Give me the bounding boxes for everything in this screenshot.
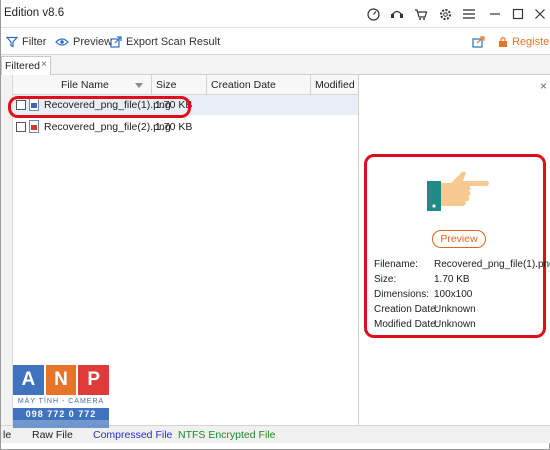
row-size: 1.70 KB	[155, 121, 193, 133]
detail-size: Size: 1.70 KB	[367, 274, 549, 289]
column-modified-date[interactable]: Modified Da	[311, 75, 358, 95]
detail-creation-date: Creation Date: Unknown	[367, 304, 549, 319]
legend-prefix: le	[3, 429, 12, 441]
detail-value: 1.70 KB	[434, 274, 470, 285]
share-icon	[472, 36, 485, 48]
png-file-icon	[29, 120, 39, 133]
sort-down-icon[interactable]	[135, 83, 143, 88]
row-file-name: Recovered_png_file(2).png	[44, 121, 171, 133]
maximize-icon[interactable]	[510, 6, 526, 22]
export-scan-result-button[interactable]: Export Scan Result	[110, 34, 220, 50]
watermark-letter: A	[13, 365, 44, 395]
pane-close-icon[interactable]: ×	[540, 79, 547, 93]
minimize-icon[interactable]	[487, 6, 503, 22]
left-splitter[interactable]	[1, 75, 13, 425]
filter-button[interactable]: Filter	[6, 34, 46, 50]
toolbar: Filter Preview Export Scan Result Regist…	[1, 28, 550, 55]
close-icon[interactable]	[532, 6, 548, 22]
detail-label: Size:	[374, 274, 397, 285]
table-row[interactable]: Recovered_png_file(2).png 1.70 KB	[13, 117, 358, 137]
filter-icon	[6, 36, 18, 48]
detail-filename: Filename: Recovered_png_file(1).png	[367, 259, 550, 274]
watermark-subtitle: MÁY TÍNH - CAMERA	[17, 398, 105, 405]
lock-icon	[499, 36, 507, 47]
settings-icon[interactable]	[437, 6, 453, 22]
tab-filtered-label: Filtered	[5, 60, 41, 72]
detail-value: Recovered_png_file(1).png	[434, 259, 550, 270]
preview-toggle-button[interactable]: Preview	[55, 34, 112, 50]
detail-label: Dimensions:	[374, 289, 430, 300]
detail-label: Modified Date:	[374, 319, 439, 330]
row-highlight-annotation	[8, 96, 191, 118]
detail-value: 100x100	[434, 289, 473, 300]
watermark-letter: P	[78, 365, 110, 395]
column-creation-date[interactable]: Creation Date	[207, 75, 311, 95]
watermark-web-strip	[13, 420, 109, 428]
legend-ntfs-encrypted-file: NTFS Encrypted File	[178, 429, 276, 441]
table-header: File Name Size Creation Date Modified Da	[13, 75, 358, 95]
detail-value: Unknown	[434, 319, 476, 330]
column-size[interactable]: Size	[152, 75, 207, 95]
watermark-letters: A N P	[13, 365, 110, 395]
title-bar: Edition v8.6	[1, 0, 550, 28]
watermark-phone: 098 772 0 772	[13, 408, 109, 420]
support-icon[interactable]	[389, 6, 405, 22]
watermark-letter: N	[45, 365, 77, 395]
row-checkbox[interactable]	[16, 122, 26, 132]
preview-label: Preview	[73, 36, 113, 48]
legend-raw-file: Raw File	[32, 429, 73, 441]
menu-icon[interactable]	[461, 6, 477, 22]
app-window: Edition v8.6 Filter Preview Export Scan …	[0, 0, 550, 450]
preview-card: Preview Filename: Recovered_png_file(1).…	[364, 154, 550, 338]
tab-filtered[interactable]: Filtered ×	[1, 56, 51, 75]
detail-modified-date: Modified Date: Unknown	[367, 319, 549, 334]
speed-icon[interactable]	[365, 6, 381, 22]
detail-dimensions: Dimensions: 100x100	[367, 289, 549, 304]
eye-icon	[55, 38, 69, 46]
cart-icon[interactable]	[413, 6, 429, 22]
export-icon	[110, 36, 122, 48]
tab-close-icon[interactable]: ×	[41, 59, 47, 70]
pointing-hand-icon	[427, 171, 489, 211]
export-label: Export Scan Result	[126, 36, 221, 48]
filter-label: Filter	[22, 36, 47, 48]
detail-value: Unknown	[434, 304, 476, 315]
detail-label: Filename:	[374, 259, 418, 270]
detail-label: Creation Date:	[374, 304, 439, 315]
column-file-name[interactable]: File Name	[13, 75, 152, 95]
tab-bar: Filtered ×	[1, 55, 550, 75]
share-button[interactable]	[472, 34, 485, 50]
register-label: Register	[512, 36, 550, 48]
window-title: Edition v8.6	[4, 7, 65, 19]
register-button[interactable]: Register	[498, 34, 550, 50]
preview-button[interactable]: Preview	[432, 230, 486, 248]
watermark-logo: A N P MÁY TÍNH - CAMERA 098 772 0 772	[13, 365, 110, 428]
legend-compressed-file: Compressed File	[93, 429, 173, 441]
